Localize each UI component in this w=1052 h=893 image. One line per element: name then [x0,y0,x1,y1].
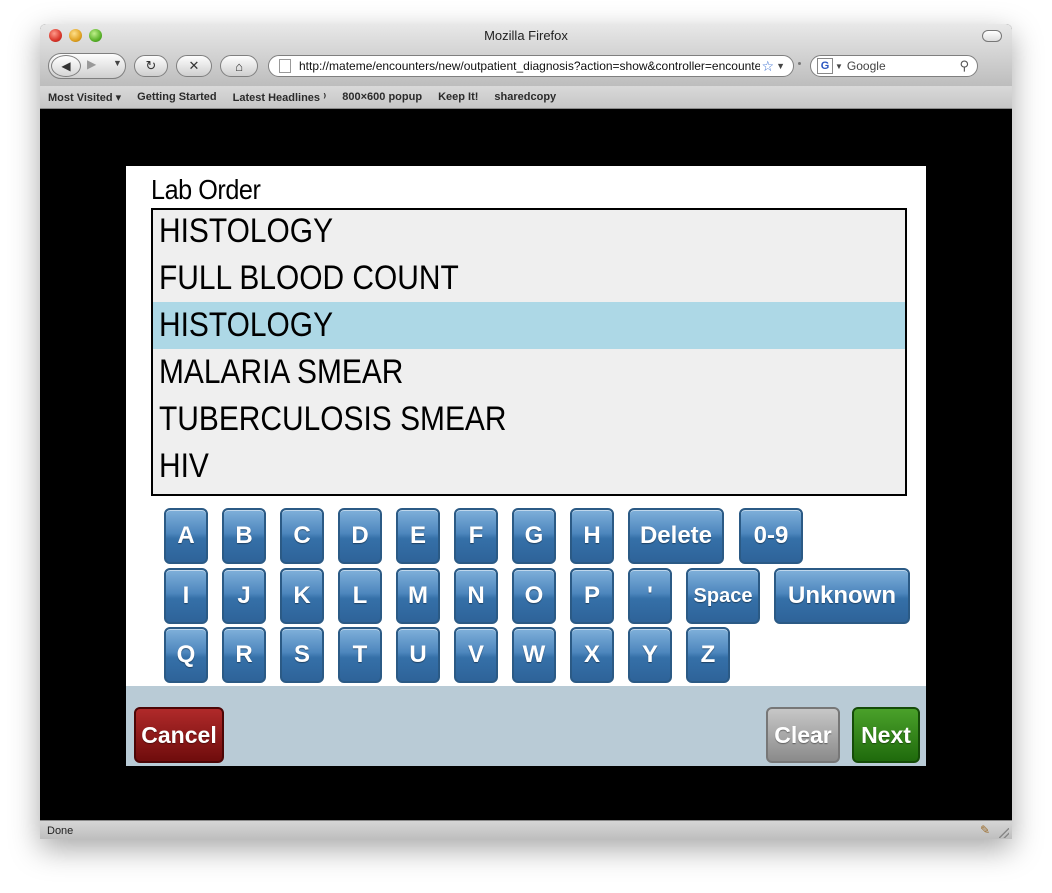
bookmark-keep-it[interactable]: Keep It! [438,91,478,103]
history-dropdown-icon[interactable]: ▼ [113,58,122,68]
forward-button[interactable]: ▶ [87,57,96,71]
key-apostrophe[interactable]: ' [628,568,672,624]
browser-window: Mozilla Firefox ◀ ▶ ▼ ↻ ✕ ⌂ http://matem… [40,24,1012,839]
toolbar-toggle-icon[interactable] [982,30,1002,42]
unknown-key[interactable]: Unknown [774,568,910,624]
back-forward-group: ◀ ▶ ▼ [48,53,126,79]
status-text: Done [47,824,74,837]
page-content: Lab Order HISTOLOGY FULL BLOOD COUNT HIS… [40,109,1012,820]
back-arrow-icon: ◀ [61,59,71,73]
search-icon[interactable]: ⚲ [959,58,969,74]
resize-grip-icon[interactable] [999,828,1009,838]
addon-status-icon[interactable]: ✎ [980,823,990,837]
bookmarks-bar: Most Visited ▾ Getting Started Latest He… [40,86,1012,109]
key-o[interactable]: O [512,568,556,624]
key-t[interactable]: T [338,627,382,683]
space-key[interactable]: Space [686,568,760,624]
list-item[interactable]: MALARIA SMEAR [153,349,905,396]
key-c[interactable]: C [280,508,324,564]
key-e[interactable]: E [396,508,440,564]
status-bar: Done ✎ [40,820,1012,839]
key-i[interactable]: I [164,568,208,624]
key-s[interactable]: S [280,627,324,683]
home-icon: ⌂ [235,58,243,74]
key-r[interactable]: R [222,627,266,683]
search-box[interactable]: G ▼ Google ⚲ [810,55,978,77]
key-m[interactable]: M [396,568,440,624]
list-item[interactable]: HIV [153,443,905,490]
numbers-key[interactable]: 0-9 [739,508,803,564]
key-q[interactable]: Q [164,627,208,683]
key-h[interactable]: H [570,508,614,564]
key-b[interactable]: B [222,508,266,564]
key-l[interactable]: L [338,568,382,624]
key-w[interactable]: W [512,627,556,683]
list-item[interactable]: TUBERCULOSIS SMEAR [153,396,905,443]
bookmark-800x600-popup[interactable]: 800×600 popup [342,91,422,103]
toolbar-separator [798,62,801,65]
page-icon [279,59,291,73]
url-dropdown-icon[interactable]: ▼ [776,61,785,71]
bookmark-most-visited[interactable]: Most Visited ▾ [48,91,121,104]
url-bar[interactable]: http://mateme/encounters/new/outpatient_… [268,55,794,77]
touchscreen-panel: Lab Order HISTOLOGY FULL BLOOD COUNT HIS… [126,166,926,766]
key-f[interactable]: F [454,508,498,564]
key-u[interactable]: U [396,627,440,683]
bookmark-getting-started[interactable]: Getting Started [137,91,216,103]
key-g[interactable]: G [512,508,556,564]
helper-text: Lab Order [151,174,261,205]
key-d[interactable]: D [338,508,382,564]
clear-button[interactable]: Clear [766,707,840,763]
stop-button[interactable]: ✕ [176,55,212,77]
key-a[interactable]: A [164,508,208,564]
delete-key[interactable]: Delete [628,508,724,564]
cancel-button[interactable]: Cancel [134,707,224,763]
key-v[interactable]: V [454,627,498,683]
window-title: Mozilla Firefox [484,28,568,43]
button-bar: Cancel Clear Next [126,686,926,766]
reload-icon: ↻ [145,58,157,73]
key-n[interactable]: N [454,568,498,624]
engine-dropdown-icon[interactable]: ▼ [835,62,843,71]
key-z[interactable]: Z [686,627,730,683]
input-value: HISTOLOGY [159,212,334,250]
list-item[interactable]: FULL BLOOD COUNT [153,255,905,302]
bookmark-sharedcopy[interactable]: sharedcopy [494,91,556,103]
reload-button[interactable]: ↻ [134,55,168,77]
key-p[interactable]: P [570,568,614,624]
search-engine-icon[interactable]: G [817,58,833,74]
next-button[interactable]: Next [852,707,920,763]
lab-order-input[interactable]: HISTOLOGY [151,208,907,257]
options-list: FULL BLOOD COUNT HISTOLOGY MALARIA SMEAR… [151,255,907,496]
bookmark-latest-headlines[interactable]: Latest Headlines ⁾ [233,91,327,104]
stop-icon: ✕ [188,58,200,73]
list-item-selected[interactable]: HISTOLOGY [153,302,905,349]
bookmark-star-icon[interactable]: ☆ [762,58,775,75]
home-button[interactable]: ⌂ [220,55,258,77]
key-x[interactable]: X [570,627,614,683]
key-k[interactable]: K [280,568,324,624]
key-j[interactable]: J [222,568,266,624]
url-input[interactable]: http://mateme/encounters/new/outpatient_… [299,59,760,73]
search-input[interactable]: Google [847,59,960,73]
back-button[interactable]: ◀ [51,55,81,77]
key-y[interactable]: Y [628,627,672,683]
browser-toolbar: Mozilla Firefox ◀ ▶ ▼ ↻ ✕ ⌂ http://matem… [40,24,1012,87]
